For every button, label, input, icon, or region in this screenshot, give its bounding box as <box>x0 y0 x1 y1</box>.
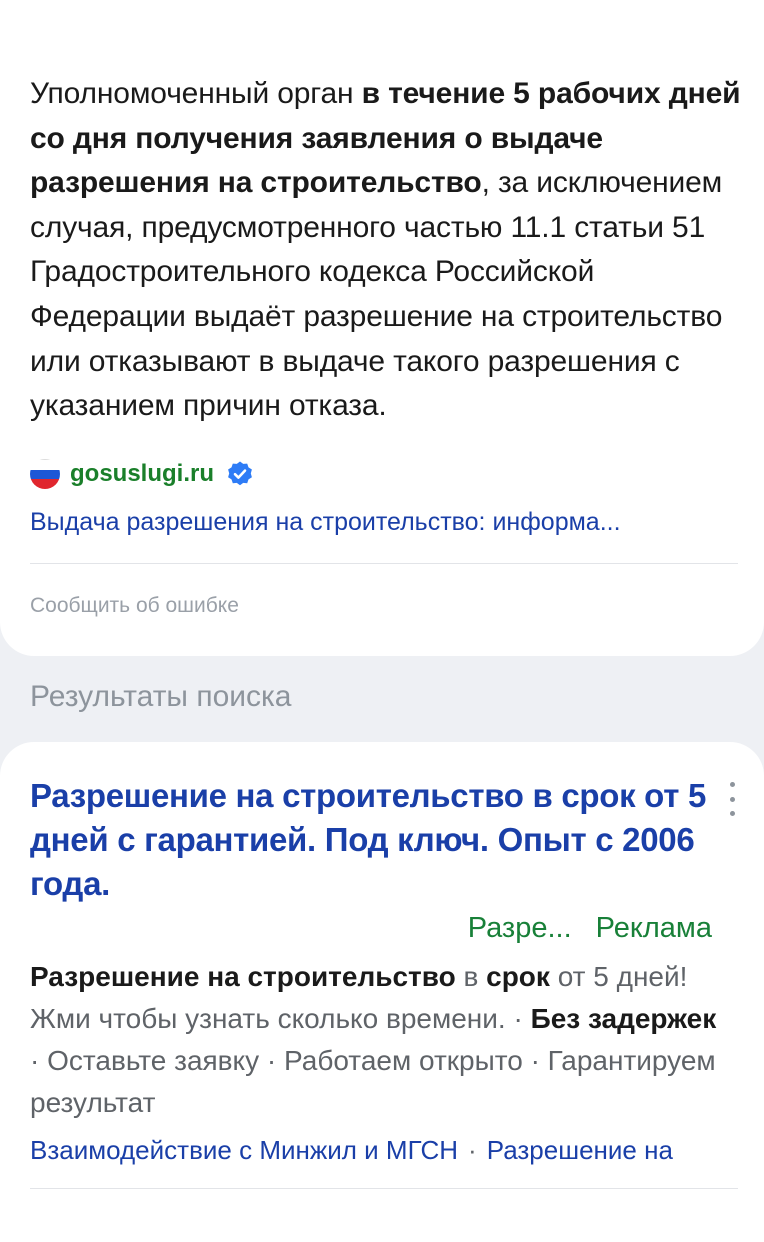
result-snippet: Разрешение на строительство в срок от 5 … <box>30 956 730 1124</box>
source-link[interactable]: Выдача разрешения на строительство: инфо… <box>30 502 740 542</box>
sitelinks: Взаимодействие с Минжил и МГСН · Разрешени… <box>30 1130 764 1170</box>
sitelink-separator: · <box>468 1135 477 1165</box>
answer-source[interactable]: gosuslugi.ru <box>30 458 254 490</box>
sitelink[interactable]: Взаимодействие с Минжил и МГСН <box>30 1135 458 1165</box>
answer-text-end: , за исключением случая, предусмотренног… <box>30 166 723 423</box>
quick-answer-text: Уполномоченный орган в течение 5 рабочих… <box>30 72 742 429</box>
result-title-link[interactable]: Разрешение на строительство в срок от 5 … <box>30 774 710 906</box>
snippet-bold: Без задержек <box>530 1003 717 1034</box>
divider <box>30 563 738 564</box>
russian-flag-icon <box>30 459 60 489</box>
ad-label: Реклама <box>595 912 712 944</box>
sitelink[interactable]: Разрешение на <box>487 1135 673 1165</box>
snippet-bold: срок <box>486 961 550 992</box>
answer-text-start: Уполномоченный орган <box>30 77 362 110</box>
verified-check-icon <box>228 461 252 486</box>
snippet-bold: Разрешение на строительство <box>30 961 456 992</box>
more-vertical-icon[interactable] <box>722 782 742 816</box>
source-domain[interactable]: gosuslugi.ru <box>70 460 214 488</box>
divider <box>30 1188 738 1189</box>
snippet-text: в <box>455 961 487 992</box>
snippet-text: · Оставьте заявку · Работаем открыто · Г… <box>30 1045 716 1118</box>
ad-meta-row: Разре... Реклама <box>468 912 712 945</box>
report-error-link[interactable]: Сообщить об ошибке <box>30 594 239 618</box>
search-results-heading: Результаты поиска <box>30 680 292 713</box>
display-url[interactable]: Разре... <box>468 912 572 945</box>
